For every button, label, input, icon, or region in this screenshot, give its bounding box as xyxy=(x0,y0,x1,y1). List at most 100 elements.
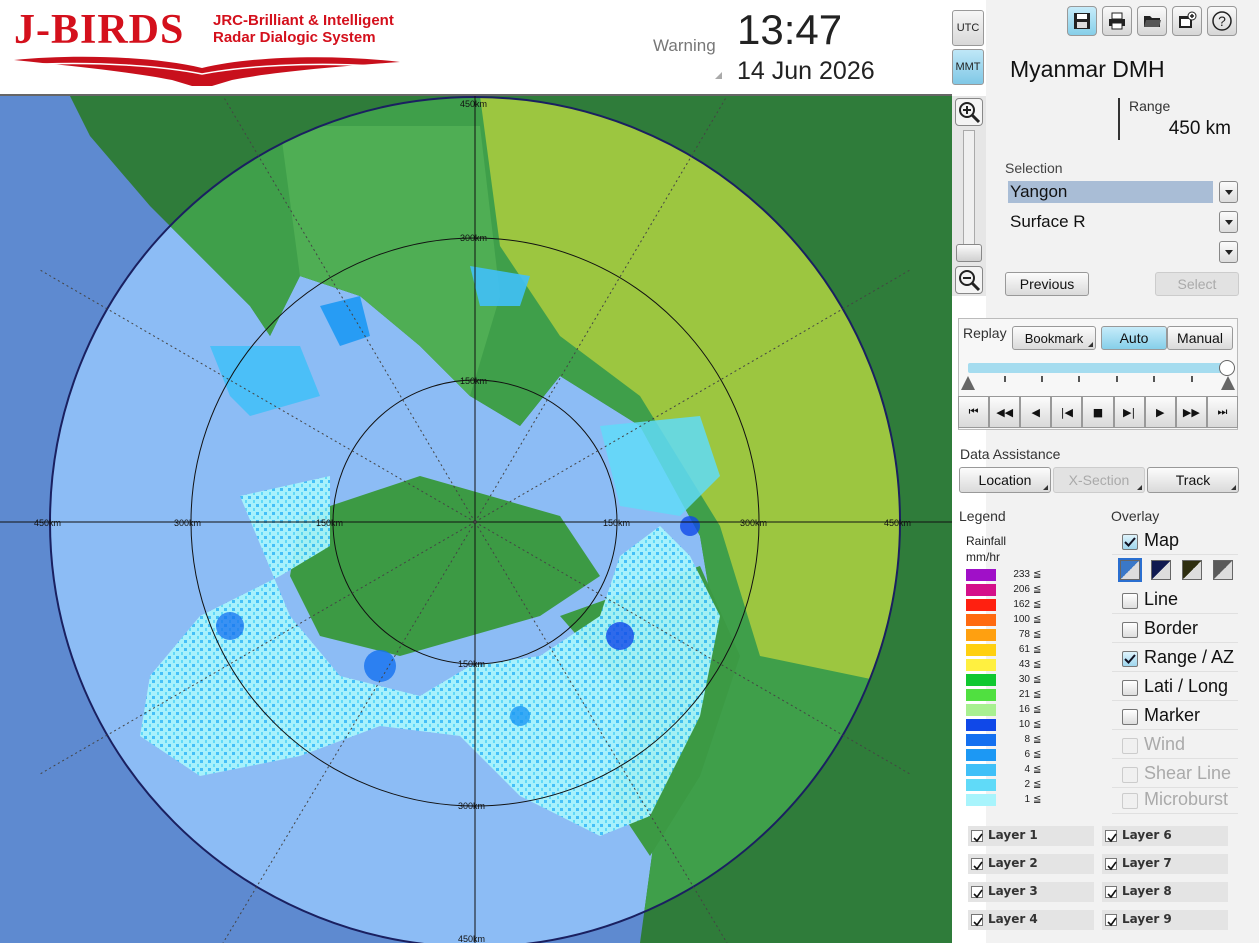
overlay-microburst[interactable]: Microburst xyxy=(1112,788,1238,814)
add-window-button[interactable] xyxy=(1172,6,1202,36)
map-style-swatch[interactable] xyxy=(1151,560,1171,580)
select-button[interactable]: Select xyxy=(1155,272,1239,296)
product-select[interactable]: Surface R xyxy=(1008,211,1238,233)
layer-checkbox[interactable] xyxy=(1105,830,1117,843)
checkmark-icon xyxy=(973,889,983,899)
layer-item[interactable]: Layer 6 xyxy=(1102,826,1228,846)
overlay-shear-line[interactable]: Shear Line xyxy=(1112,762,1238,788)
layer-label: Layer 3 xyxy=(988,884,1038,898)
layer-checkbox[interactable] xyxy=(1105,858,1117,871)
xsection-button[interactable]: X-Section xyxy=(1053,467,1145,493)
legend-le-symbol: ≦ xyxy=(1033,734,1042,745)
play-button[interactable]: ▶ xyxy=(1144,396,1176,428)
legend-swatch xyxy=(966,734,996,746)
open-folder-button[interactable] xyxy=(1137,6,1167,36)
timeline-start-marker-icon[interactable] xyxy=(961,376,975,390)
overlay-marker-checkbox[interactable] xyxy=(1122,709,1138,725)
legend-swatch xyxy=(966,629,996,641)
fast-forward-button[interactable]: ▶▶ xyxy=(1175,396,1207,428)
radar-map[interactable]: 450km 300km 150km 150km 300km 450km 450k… xyxy=(0,96,952,943)
save-button[interactable] xyxy=(1067,6,1097,36)
zoom-out-button[interactable] xyxy=(955,266,983,294)
layer-item[interactable]: Layer 9 xyxy=(1102,910,1228,930)
layer-item[interactable]: Layer 2 xyxy=(968,854,1094,874)
auto-button[interactable]: Auto xyxy=(1101,326,1167,350)
layer-checkbox[interactable] xyxy=(971,830,983,843)
fast-rewind-button[interactable]: ◀◀ xyxy=(989,396,1021,428)
overlay-border-checkbox[interactable] xyxy=(1122,622,1138,638)
layer-item[interactable]: Layer 1 xyxy=(968,826,1094,846)
layer-checkbox[interactable] xyxy=(1105,886,1117,899)
legend-row: 100 ≦ xyxy=(966,614,1044,627)
timeline-tick xyxy=(1004,376,1006,382)
track-button[interactable]: Track xyxy=(1147,467,1239,493)
timeline-end-marker-icon[interactable] xyxy=(1221,376,1235,390)
stop-button[interactable]: ■ xyxy=(1082,396,1114,428)
overlay-line-checkbox[interactable] xyxy=(1122,593,1138,609)
layer-item[interactable]: Layer 7 xyxy=(1102,854,1228,874)
utc-button[interactable]: UTC xyxy=(952,10,984,46)
legend-swatch xyxy=(966,599,996,611)
overlay-shear-line-checkbox[interactable] xyxy=(1122,767,1138,783)
overlay-range-az[interactable]: Range / AZ xyxy=(1112,646,1238,672)
overlay-border[interactable]: Border xyxy=(1112,617,1238,643)
rain-echo-core-1 xyxy=(606,622,634,650)
previous-button[interactable]: Previous xyxy=(1005,272,1089,296)
site-select-value[interactable]: Yangon xyxy=(1008,181,1213,203)
product-select-value[interactable]: Surface R xyxy=(1008,211,1213,233)
overlay-line[interactable]: Line xyxy=(1112,588,1238,614)
legend-row: 1 ≦ xyxy=(966,794,1044,807)
skip-to-start-button[interactable]: ⏮ xyxy=(958,396,990,428)
product-dropdown-button[interactable] xyxy=(1219,211,1238,233)
layer-checkbox[interactable] xyxy=(971,914,983,927)
warning-expand-icon[interactable] xyxy=(715,72,722,79)
location-button[interactable]: Location xyxy=(959,467,1051,493)
step-back-button[interactable]: ◀ xyxy=(1020,396,1052,428)
map-style-swatch[interactable] xyxy=(1213,560,1233,580)
layer-checkbox[interactable] xyxy=(971,858,983,871)
third-dropdown-button[interactable] xyxy=(1219,241,1238,263)
overlay-marker[interactable]: Marker xyxy=(1112,704,1238,730)
overlay-lati-long[interactable]: Lati / Long xyxy=(1112,675,1238,701)
frame-forward-button[interactable]: ▶| xyxy=(1113,396,1145,428)
zoom-slider-thumb[interactable] xyxy=(956,244,982,262)
layer-checkbox[interactable] xyxy=(1105,914,1117,927)
layer-item[interactable]: Layer 3 xyxy=(968,882,1094,902)
checkmark-icon xyxy=(1107,833,1117,843)
replay-timeline[interactable] xyxy=(968,363,1226,373)
logo-title: J-BIRDS xyxy=(14,6,184,54)
warning-indicator[interactable]: Warning xyxy=(653,36,716,56)
overlay-wind[interactable]: Wind xyxy=(1112,733,1238,759)
overlay-microburst-checkbox[interactable] xyxy=(1122,793,1138,809)
overlay-wind-checkbox[interactable] xyxy=(1122,738,1138,754)
overlay-shear-line-label: Shear Line xyxy=(1144,763,1232,783)
zoom-slider-track[interactable] xyxy=(963,130,975,260)
third-select-value[interactable] xyxy=(1008,241,1213,263)
layer-checkbox[interactable] xyxy=(971,886,983,899)
legend-le-symbol: ≦ xyxy=(1033,704,1042,715)
help-button[interactable]: ? xyxy=(1207,6,1237,36)
checkmark-icon xyxy=(1124,654,1136,664)
radar-map-canvas[interactable]: 450km 300km 150km 150km 300km 450km 450k… xyxy=(0,96,952,943)
checkmark-icon xyxy=(1107,917,1117,927)
map-style-swatch[interactable] xyxy=(1182,560,1202,580)
legend-value: 10 xyxy=(1018,719,1030,730)
print-button[interactable] xyxy=(1102,6,1132,36)
layer-item[interactable]: Layer 4 xyxy=(968,910,1094,930)
skip-to-end-button[interactable]: ⏭ xyxy=(1206,396,1238,428)
mmt-button[interactable]: MMT xyxy=(952,49,984,85)
timeline-thumb[interactable] xyxy=(1219,360,1235,376)
layer-item[interactable]: Layer 8 xyxy=(1102,882,1228,902)
overlay-map-checkbox[interactable] xyxy=(1122,534,1138,550)
manual-button[interactable]: Manual xyxy=(1167,326,1233,350)
zoom-in-button[interactable] xyxy=(955,98,983,126)
overlay-lati-long-checkbox[interactable] xyxy=(1122,680,1138,696)
frame-back-button[interactable]: |◀ xyxy=(1051,396,1083,428)
bookmark-button[interactable]: Bookmark xyxy=(1012,326,1096,350)
site-select[interactable]: Yangon xyxy=(1008,181,1238,203)
site-dropdown-button[interactable] xyxy=(1219,181,1238,203)
overlay-range-az-checkbox[interactable] xyxy=(1122,651,1138,667)
map-style-swatch[interactable] xyxy=(1118,558,1142,582)
third-select[interactable] xyxy=(1008,241,1238,263)
overlay-map[interactable]: Map xyxy=(1112,529,1238,555)
